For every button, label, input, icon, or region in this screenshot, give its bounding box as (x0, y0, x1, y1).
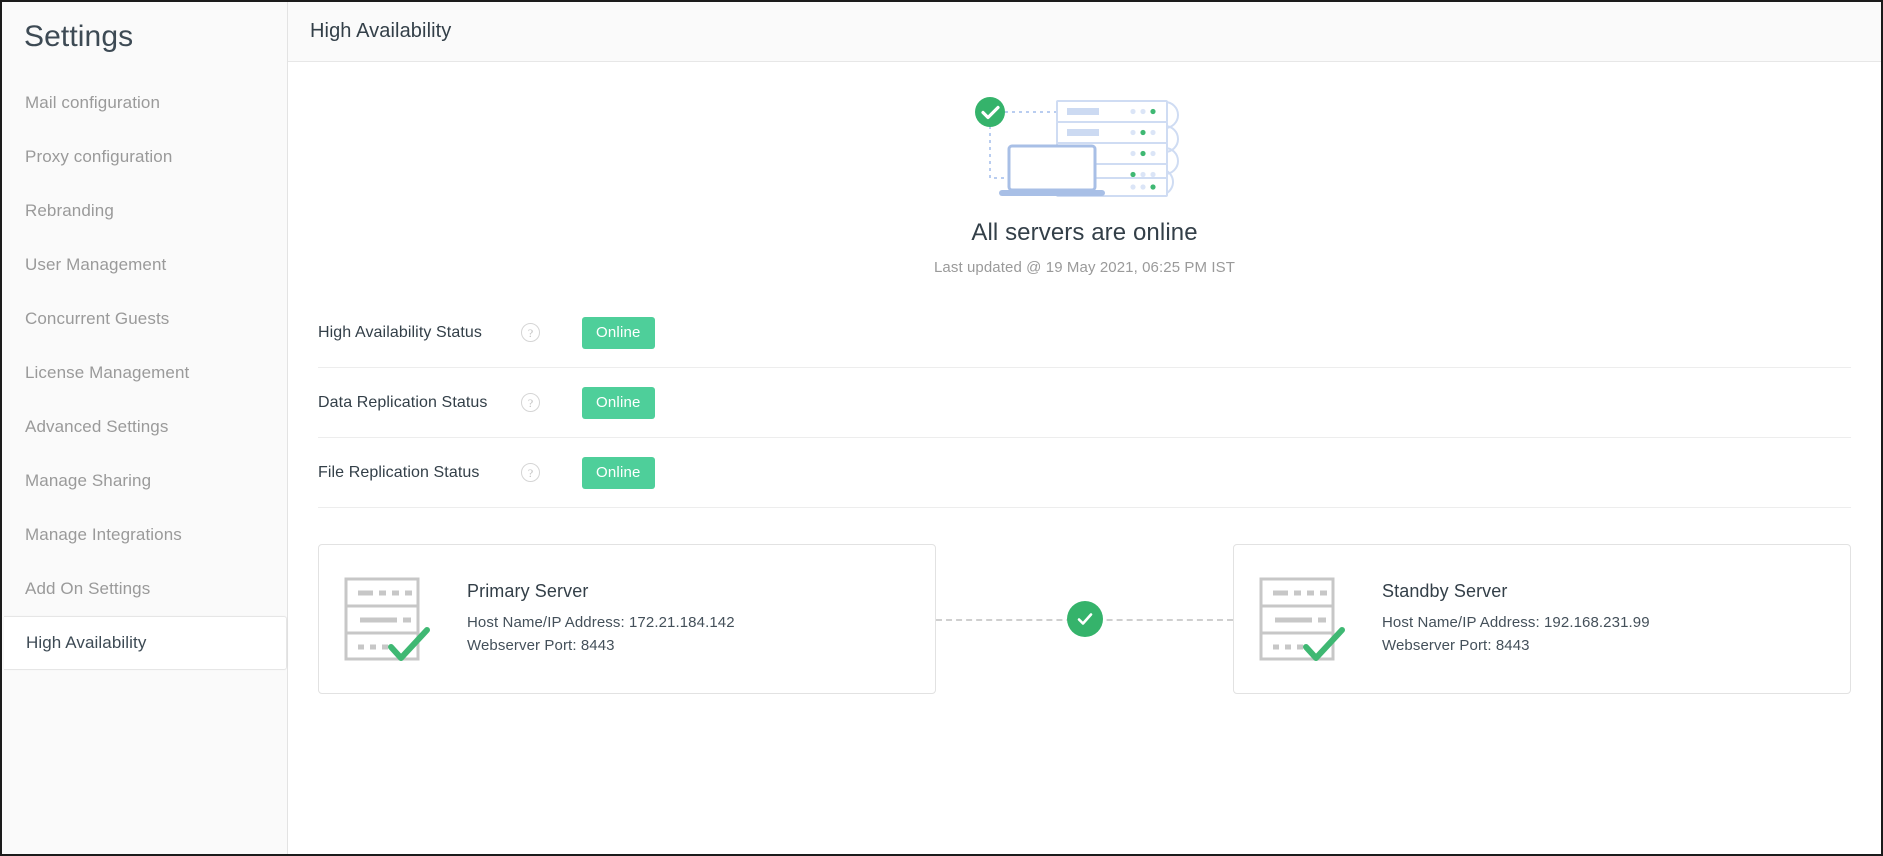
status-row-file-replication: File Replication Status ? Online (318, 438, 1851, 508)
servers-online-illustration (965, 86, 1205, 198)
sidebar: Settings Mail configuration Proxy config… (2, 2, 288, 854)
standby-server-info: Standby Server Host Name/IP Address: 192… (1382, 581, 1650, 658)
status-label-file-replication: File Replication Status (318, 463, 480, 481)
status-badge-data-replication[interactable]: Online (582, 386, 655, 419)
check-circle-icon (1066, 601, 1103, 637)
help-icon[interactable]: ? (521, 393, 540, 412)
server-icon (1258, 576, 1356, 662)
sidebar-title: Settings (24, 20, 134, 53)
standby-server-port: Webserver Port: 8443 (1382, 637, 1530, 654)
hero-status-text: All servers are online (971, 219, 1198, 246)
status-row-data-replication: Data Replication Status ? Online (318, 368, 1851, 438)
status-row-high-availability: High Availability Status ? Online (318, 298, 1851, 368)
content-body: All servers are online Last updated @ 19… (288, 62, 1881, 854)
standby-server-card[interactable]: Standby Server Host Name/IP Address: 192… (1233, 544, 1851, 694)
status-badge-file-replication[interactable]: Online (582, 456, 655, 489)
sidebar-item-concurrent-guests[interactable]: Concurrent Guests (2, 292, 287, 346)
primary-server-title: Primary Server (467, 580, 589, 601)
help-icon[interactable]: ? (521, 323, 540, 342)
servers-section: Primary Server Host Name/IP Address: 172… (318, 544, 1851, 694)
hero-section: All servers are online Last updated @ 19… (318, 62, 1851, 276)
status-badge-high-availability[interactable]: Online (582, 316, 655, 349)
replication-link (936, 544, 1233, 694)
page-title: High Availability (310, 20, 452, 42)
primary-server-host: Host Name/IP Address: 172.21.184.142 (467, 613, 735, 631)
sidebar-item-user-management[interactable]: User Management (2, 238, 287, 292)
sidebar-nav: Mail configuration Proxy configuration R… (2, 76, 287, 670)
status-label-high-availability: High Availability Status (318, 323, 482, 341)
sidebar-item-add-on-settings[interactable]: Add On Settings (2, 562, 287, 616)
server-icon (343, 576, 441, 662)
standby-server-title: Standby Server (1382, 580, 1508, 601)
sidebar-item-rebranding[interactable]: Rebranding (2, 184, 287, 238)
help-icon[interactable]: ? (521, 463, 540, 482)
hero-last-updated: Last updated @ 19 May 2021, 06:25 PM IST (933, 259, 1236, 276)
status-list: High Availability Status ? Online Data R… (318, 298, 1851, 508)
primary-server-info: Primary Server Host Name/IP Address: 172… (467, 581, 735, 658)
sidebar-item-mail-configuration[interactable]: Mail configuration (2, 76, 287, 130)
sidebar-item-manage-sharing[interactable]: Manage Sharing (2, 454, 287, 508)
sidebar-item-proxy-configuration[interactable]: Proxy configuration (2, 130, 287, 184)
sidebar-item-manage-integrations[interactable]: Manage Integrations (2, 508, 287, 562)
sidebar-item-license-management[interactable]: License Management (2, 346, 287, 400)
primary-server-port: Webserver Port: 8443 (467, 637, 615, 654)
content-header: High Availability (288, 2, 1881, 62)
content-area: High Availability All servers are online… (288, 2, 1881, 854)
sidebar-item-advanced-settings[interactable]: Advanced Settings (2, 400, 287, 454)
settings-page: Settings Mail configuration Proxy config… (0, 0, 1883, 856)
primary-server-card[interactable]: Primary Server Host Name/IP Address: 172… (318, 544, 936, 694)
status-label-data-replication: Data Replication Status (318, 393, 488, 411)
sidebar-item-high-availability[interactable]: High Availability (4, 616, 287, 670)
standby-server-host: Host Name/IP Address: 192.168.231.99 (1382, 613, 1650, 631)
